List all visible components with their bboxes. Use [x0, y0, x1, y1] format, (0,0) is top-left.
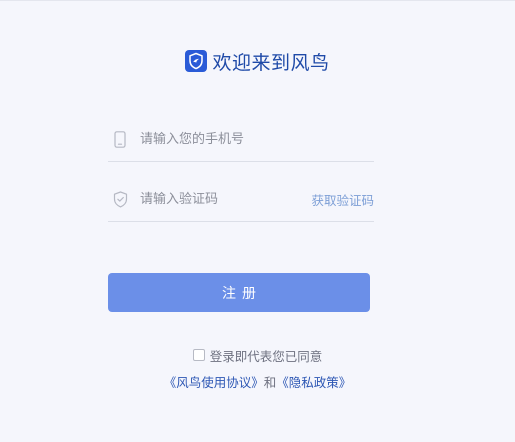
- terms-of-use-link[interactable]: 《风鸟使用协议》: [164, 375, 264, 390]
- phone-input[interactable]: [140, 129, 374, 149]
- and-text: 和: [263, 375, 277, 390]
- get-code-button[interactable]: 获取验证码: [311, 190, 374, 209]
- verification-code-field: 获取验证码: [108, 177, 374, 222]
- agreement-checkbox[interactable]: [192, 349, 205, 361]
- register-button[interactable]: 注册: [108, 273, 370, 312]
- mobile-phone-icon: [112, 130, 128, 148]
- top-divider: [0, 0, 515, 1]
- shield-logo-icon: [185, 50, 208, 72]
- verification-code-input[interactable]: [140, 189, 312, 209]
- terms-links: 《风鸟使用协议》和《隐私政策》: [0, 372, 515, 390]
- privacy-policy-link[interactable]: 《隐私政策》: [276, 375, 351, 390]
- phone-field: [108, 117, 374, 162]
- shield-check-icon: [112, 190, 128, 208]
- page-title: 欢迎来到风鸟: [212, 51, 330, 74]
- welcome-header: 欢迎来到风鸟: [0, 48, 515, 74]
- agreement-row: 登录即代表您已同意: [0, 346, 515, 364]
- agreement-label: 登录即代表您已同意: [209, 348, 323, 364]
